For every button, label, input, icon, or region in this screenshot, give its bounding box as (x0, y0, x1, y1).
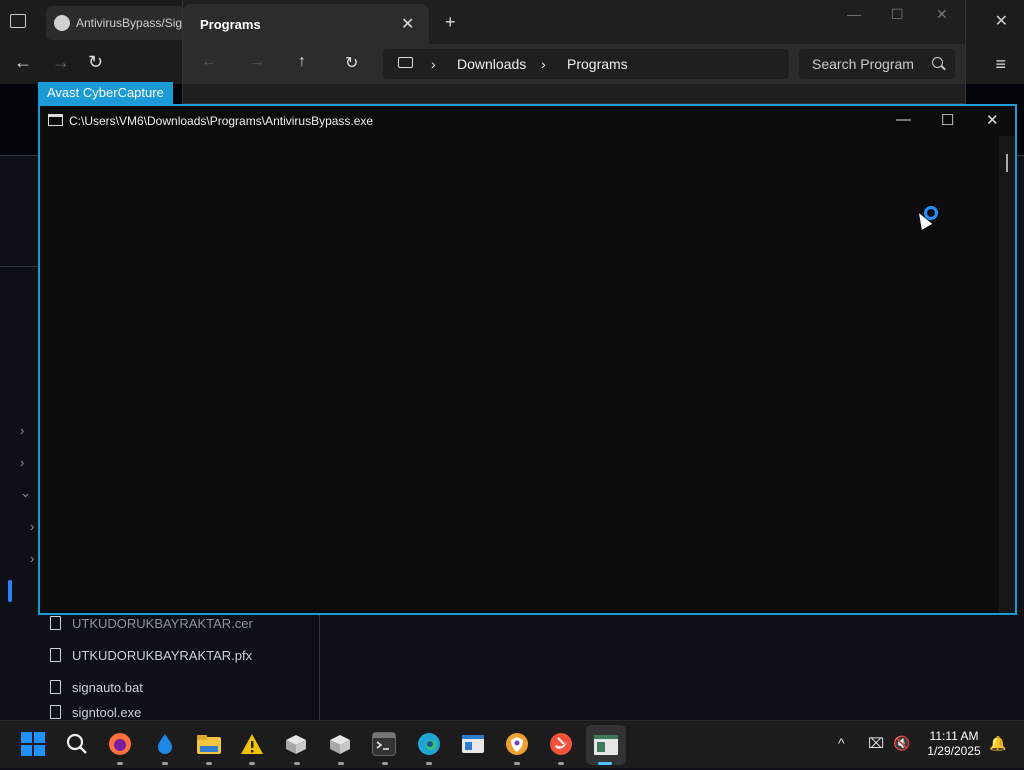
console-title-bar[interactable]: C:\Users\VM6\Downloads\Programs\Antiviru… (40, 106, 1015, 136)
minimize-button[interactable]: — (847, 6, 861, 22)
active-indicator (598, 762, 612, 765)
chevron-down-icon[interactable]: ⌄ (20, 485, 31, 501)
minimize-button[interactable]: — (896, 111, 911, 128)
running-indicator (162, 762, 168, 765)
running-indicator (426, 762, 432, 765)
console-output-area[interactable] (40, 136, 998, 613)
maximize-button[interactable]: ☐ (941, 111, 954, 129)
running-indicator (514, 762, 520, 765)
file-icon (50, 680, 61, 694)
chevron-right-icon[interactable]: › (20, 455, 24, 470)
console-app-taskbar-button[interactable] (586, 725, 626, 765)
forward-arrow-icon[interactable]: → (249, 53, 265, 71)
back-arrow-icon[interactable]: ← (14, 52, 32, 73)
chevron-right-icon[interactable]: › (20, 423, 24, 438)
search-placeholder: Search Program (812, 56, 914, 72)
notification-bell-icon[interactable]: 🔔 (989, 735, 1006, 752)
chevron-right-icon[interactable]: › (30, 519, 34, 534)
new-tab-button[interactable]: + (445, 12, 456, 33)
running-indicator (294, 762, 300, 765)
running-indicator (558, 762, 564, 765)
search-icon (932, 57, 943, 68)
file-name: UTKUDORUKBAYRAKTAR.pfx (72, 647, 253, 663)
explorer-tab[interactable]: Programs ✕ (183, 4, 429, 44)
running-indicator (382, 762, 388, 765)
console-title: C:\Users\VM6\Downloads\Programs\Antiviru… (69, 114, 374, 128)
up-arrow-icon[interactable]: ↑ (298, 53, 306, 71)
vertical-scrollbar[interactable] (999, 136, 1015, 613)
breadcrumb-programs[interactable]: Programs (567, 56, 628, 72)
edge-icon[interactable] (417, 732, 441, 756)
file-name: signauto.bat (72, 679, 143, 695)
hamburger-menu-icon[interactable]: ≡ (995, 54, 1006, 75)
console-app-icon (48, 114, 63, 126)
firefox-icon[interactable] (108, 732, 132, 756)
explorer-tab-title: Programs (200, 17, 261, 32)
file-name: UTKUDORUKBAYRAKTAR.cer (72, 615, 253, 631)
show-hidden-icons-chevron[interactable]: ^ (838, 735, 845, 751)
explorer-address-bar-row: ← → ↑ ↻ › Downloads › Programs Search Pr… (183, 44, 965, 84)
close-button[interactable]: ✕ (986, 111, 999, 129)
running-indicator (338, 762, 344, 765)
console-app-icon (594, 735, 618, 755)
app-window-icon[interactable] (461, 732, 485, 756)
this-pc-icon (398, 57, 413, 68)
warning-icon[interactable] (240, 732, 264, 756)
clock-date: 1/29/2025 (927, 744, 981, 758)
file-explorer-window: Programs ✕ + — ☐ ✕ ← → ↑ ↻ › Downloads ›… (182, 0, 966, 104)
tab-actions-icon[interactable] (10, 14, 26, 28)
close-button[interactable]: ✕ (936, 6, 948, 23)
file-icon (50, 616, 61, 630)
forward-arrow-icon[interactable]: → (52, 52, 70, 73)
search-input[interactable]: Search Program (799, 49, 955, 79)
clock-time: 11:11 AM (929, 729, 979, 743)
maximize-button[interactable]: ☐ (891, 6, 904, 23)
refresh-icon[interactable]: ↻ (345, 53, 358, 73)
breadcrumb-separator: › (431, 56, 436, 72)
water-drop-icon[interactable] (153, 732, 177, 756)
address-bar[interactable]: › Downloads › Programs (383, 49, 789, 79)
package-icon[interactable] (284, 732, 308, 756)
file-icon (50, 705, 61, 719)
running-indicator (249, 762, 255, 765)
file-tree-item[interactable]: signtool.exe (50, 705, 141, 720)
avast-cybercapture-label: Avast CyberCapture (38, 82, 173, 104)
breadcrumb-separator: › (541, 56, 546, 72)
terminal-icon[interactable] (372, 732, 396, 756)
file-tree-item[interactable]: signauto.bat (50, 673, 143, 701)
taskbar: ^ ⌧ 🔇 11:11 AM 1/29/2025 🔔 (0, 720, 1024, 768)
browser-close-button[interactable]: ✕ (995, 11, 1008, 31)
file-explorer-icon[interactable] (196, 732, 221, 756)
file-tree-item[interactable]: UTKUDORUKBAYRAKTAR.pfx (50, 641, 252, 669)
network-icon[interactable]: ⌧ (868, 735, 884, 752)
volume-muted-icon[interactable]: 🔇 (893, 735, 910, 752)
back-arrow-icon[interactable]: ← (201, 53, 217, 71)
scrollbar-thumb[interactable] (1006, 154, 1008, 172)
active-item-indicator (8, 580, 12, 602)
system-clock[interactable]: 11:11 AM 1/29/2025 (914, 729, 994, 759)
shield-browser-icon[interactable] (505, 732, 529, 756)
chevron-right-icon[interactable]: › (30, 551, 34, 566)
file-icon (50, 648, 61, 662)
file-name: signtool.exe (72, 705, 142, 720)
search-icon[interactable] (65, 732, 89, 756)
swift-icon[interactable] (549, 732, 573, 756)
console-window[interactable]: C:\Users\VM6\Downloads\Programs\Antiviru… (38, 104, 1017, 615)
running-indicator (206, 762, 212, 765)
breadcrumb-downloads[interactable]: Downloads (457, 56, 526, 72)
start-icon[interactable] (21, 732, 45, 756)
browser-tab-title: AntivirusBypass/Sig (76, 16, 183, 30)
browser-tab[interactable]: AntivirusBypass/Sig (46, 6, 186, 40)
github-icon (54, 15, 70, 31)
close-tab-icon[interactable]: ✕ (401, 14, 414, 34)
running-indicator (117, 762, 123, 765)
package-icon-2[interactable] (328, 732, 352, 756)
reload-icon[interactable]: ↻ (88, 52, 103, 73)
